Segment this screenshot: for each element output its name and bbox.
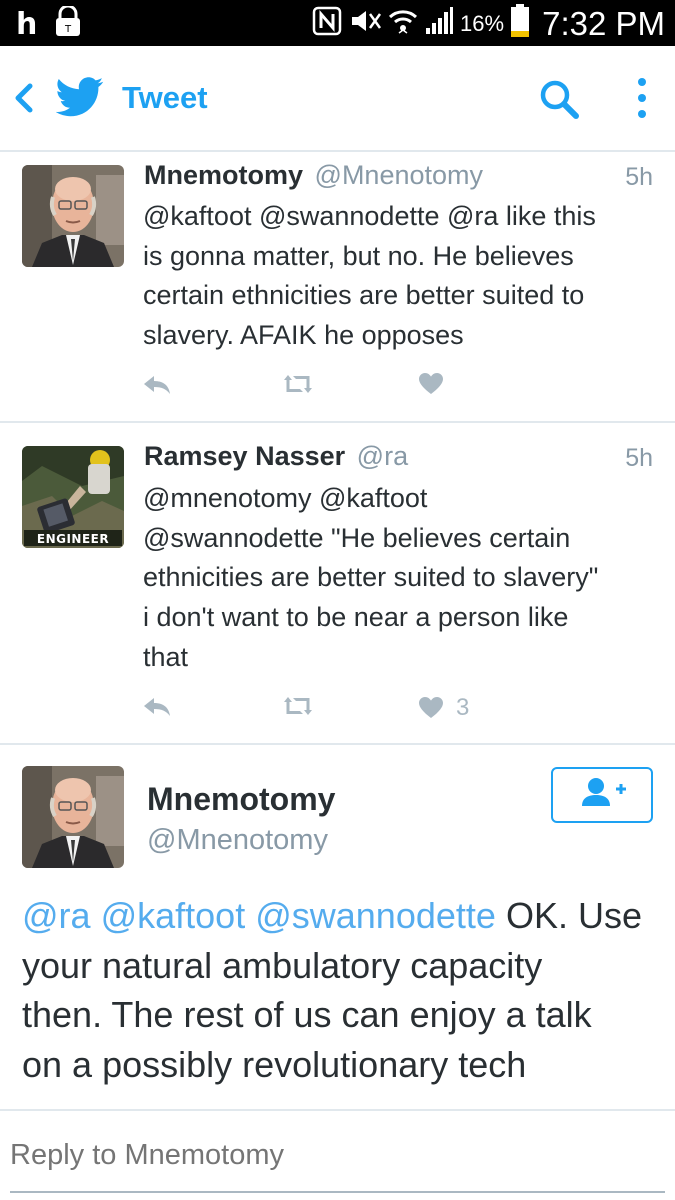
tweet[interactable]: ENGINEER Ramsey Nasser @ra 5h @mnenotomy… — [0, 423, 675, 745]
tweet-line: then. The rest of us can enjoy a talk — [22, 994, 592, 1035]
lock-notification-icon: T — [53, 4, 83, 43]
author-handle[interactable]: @ra — [357, 441, 408, 471]
battery-percent: 16% — [460, 10, 505, 36]
author-handle[interactable]: @Mnenotomy — [147, 824, 328, 857]
tweet-text-segment: OK. Use — [505, 895, 642, 936]
app-bar: Tweet — [0, 46, 675, 152]
like-count: 3 — [456, 694, 470, 721]
retweet-icon[interactable] — [280, 694, 316, 718]
follow-button[interactable] — [551, 767, 653, 823]
tweet-line: that — [143, 641, 189, 672]
svg-text:ENGINEER: ENGINEER — [37, 532, 109, 546]
author-name[interactable]: Mnemotomy — [144, 160, 303, 190]
tweet-header: Mnemotomy @Mnenotomy — [144, 160, 483, 191]
battery-icon — [510, 4, 530, 43]
avatar[interactable] — [22, 165, 124, 267]
tweet-line: @kaftoot @swannodette @ra like this — [143, 201, 596, 231]
avatar[interactable] — [22, 766, 124, 868]
wifi-icon — [388, 6, 418, 41]
like-heart-icon[interactable] — [418, 372, 456, 396]
tweet-timestamp: 5h — [625, 444, 653, 472]
tweet-line: ethnicities are better suited to slavery… — [143, 562, 599, 593]
detail-tweet: Mnemotomy @Mnenotomy @ra @kaftoot @swann… — [0, 745, 675, 1110]
add-user-icon — [582, 778, 626, 806]
tweet-timestamp: 5h — [625, 163, 653, 191]
tweet-line: is gonna matter, but no. He believes — [143, 240, 574, 271]
tweet-line: @swannodette "He believes certain — [143, 522, 571, 553]
tweet-line: your natural ambulatory capacity — [22, 944, 543, 986]
tweet-line: certain ethnicities are better suited to — [143, 280, 585, 311]
tweet-text: @ra @kaftoot @swannodette OK. Use your n… — [22, 891, 662, 1089]
search-icon[interactable] — [538, 78, 580, 120]
author-handle[interactable]: @Mnenotomy — [315, 160, 483, 190]
page-title: Tweet — [122, 80, 208, 115]
reply-bar — [0, 1109, 675, 1200]
svg-text:T: T — [64, 24, 72, 35]
tweet-line: on a possibly revolutionary tech — [22, 1043, 527, 1085]
like-heart-icon[interactable]: 3 — [418, 694, 469, 722]
mention-link[interactable]: @swannodette — [255, 895, 496, 936]
avatar[interactable]: ENGINEER — [22, 446, 124, 548]
back-chevron-icon[interactable] — [12, 82, 36, 114]
author-name[interactable]: Mnemotomy — [147, 781, 335, 818]
nfc-icon — [312, 6, 342, 41]
mute-icon — [348, 6, 382, 41]
twitter-bird-icon[interactable] — [55, 76, 104, 118]
reply-underline — [10, 1191, 665, 1193]
tweet-actions — [142, 372, 622, 402]
tweet-text: @mnenotomy @kaftoot @swannodette "He bel… — [143, 479, 658, 678]
clock: 7:32 PM — [542, 4, 665, 42]
mention-link[interactable]: @kaftoot — [101, 895, 246, 936]
mention-link[interactable]: @ra — [22, 895, 91, 936]
status-bar: h T 16% 7:32 PM — [0, 0, 675, 46]
tweet-actions: 3 — [142, 694, 622, 724]
author-name[interactable]: Ramsey Nasser — [144, 441, 345, 471]
more-options-icon[interactable] — [628, 76, 656, 120]
signal-icon — [424, 6, 454, 41]
reply-icon[interactable] — [142, 372, 172, 398]
tweet-line: i don't want to be near a person like — [143, 602, 569, 633]
retweet-icon[interactable] — [280, 372, 316, 396]
tweet-line: @ra @kaftoot @swannodette OK. Use — [22, 891, 662, 941]
h-notification-icon: h — [16, 6, 38, 42]
tweet[interactable]: Mnemotomy @Mnenotomy 5h @kaftoot @swanno… — [0, 152, 675, 423]
reply-input[interactable] — [10, 1139, 665, 1172]
tweet-line: slavery. AFAIK he opposes — [143, 320, 464, 351]
tweet-header: Ramsey Nasser @ra — [144, 441, 408, 472]
reply-icon[interactable] — [142, 694, 172, 720]
tweet-line: @mnenotomy @kaftoot — [143, 483, 428, 513]
tweet-text: @kaftoot @swannodette @ra like this is g… — [143, 197, 658, 356]
